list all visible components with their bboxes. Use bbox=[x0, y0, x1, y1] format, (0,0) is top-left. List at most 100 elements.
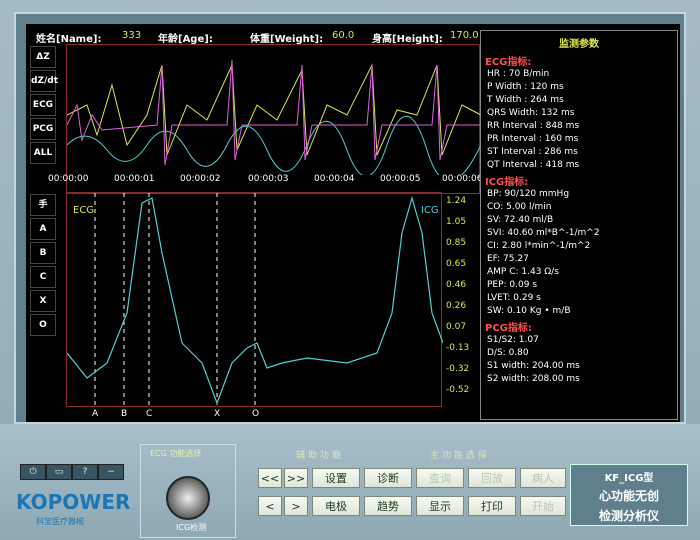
brand-line-3: 检测分析仪 bbox=[598, 509, 659, 523]
ecg-trace bbox=[66, 63, 482, 156]
icg-param-row: SVI: 40.60 ml*B^-1/m^2 bbox=[487, 228, 600, 238]
pcg-button[interactable]: PCG bbox=[30, 118, 56, 140]
next-button[interactable]: > bbox=[284, 496, 308, 516]
main-section-title: 主功能选择 bbox=[430, 451, 491, 461]
icg-svg: ECG ICG bbox=[66, 193, 444, 408]
brand-line-2: 心功能无创 bbox=[598, 489, 659, 503]
icg-param-row: LVET: 0.29 s bbox=[487, 293, 541, 303]
dzdt-button[interactable]: dZ/dt bbox=[30, 70, 58, 92]
icg-param-row: PEP: 0.09 s bbox=[487, 280, 538, 290]
time-tick: 00:00:03 bbox=[248, 174, 289, 184]
review-button[interactable]: 回放 bbox=[468, 468, 516, 488]
pcg-trace bbox=[66, 59, 481, 166]
y-tick: 0.46 bbox=[446, 280, 467, 290]
marker-label-b: B bbox=[121, 409, 128, 419]
ecg-param-row: QRS Width: 132 ms bbox=[487, 108, 575, 118]
marker-label-a: A bbox=[92, 409, 99, 419]
marker-label-o: O bbox=[252, 409, 260, 419]
display-button[interactable]: 显示 bbox=[416, 496, 464, 516]
time-tick: 00:00:00 bbox=[48, 174, 89, 184]
electrode-button[interactable]: 电极 bbox=[312, 496, 360, 516]
function-knob[interactable] bbox=[166, 476, 210, 520]
help-icon[interactable]: ? bbox=[72, 464, 98, 480]
y-tick: 1.24 bbox=[446, 196, 467, 206]
patient-button[interactable]: 病人 bbox=[520, 468, 566, 488]
next-page-button[interactable]: >> bbox=[284, 468, 308, 488]
ecg-param-row: ST Interval : 286 ms bbox=[487, 147, 578, 157]
control-panel: ⏻ ▭ ? − KOPOWER 科宝医疗器械 ECG 功能选择 ICG检测 辅助… bbox=[0, 424, 700, 540]
ecg-param-row: QT Interval : 418 ms bbox=[487, 160, 580, 170]
minus-icon[interactable]: − bbox=[98, 464, 124, 480]
icg-section-title: ICG指标: bbox=[485, 177, 529, 188]
name-label: 姓名[Name]: bbox=[36, 34, 102, 45]
keyboard-icon[interactable]: ▭ bbox=[46, 464, 72, 480]
diagnose-button[interactable]: 诊断 bbox=[364, 468, 412, 488]
y-tick: 0.26 bbox=[446, 301, 467, 311]
ecg-chart-label: ECG bbox=[73, 205, 94, 216]
hand-marker-button[interactable]: 手 bbox=[30, 194, 56, 216]
monitor-panel: 监测参数 ECG指标: HR : 70 B/min P Width : 120 … bbox=[480, 30, 678, 420]
knob-title: ECG 功能选择 bbox=[150, 449, 202, 458]
time-axis: 00:00:00 00:00:01 00:00:02 00:00:03 00:0… bbox=[48, 174, 483, 188]
pcg-param-row: S1/S2: 1.07 bbox=[487, 335, 539, 345]
y-tick: 0.85 bbox=[446, 238, 467, 248]
marker-label-c: C bbox=[146, 409, 153, 419]
ecg-param-row: RR Interval : 848 ms bbox=[487, 121, 580, 131]
time-tick: 00:00:06 bbox=[442, 174, 483, 184]
all-button[interactable]: ALL bbox=[30, 142, 56, 164]
ecg-param-row: PR Interval : 160 ms bbox=[487, 134, 579, 144]
time-tick: 00:00:02 bbox=[180, 174, 221, 184]
pcg-section-title: PCG指标: bbox=[485, 323, 532, 334]
icg-param-row: CO: 5.00 l/min bbox=[487, 202, 552, 212]
ecg-section-title: ECG指标: bbox=[485, 57, 532, 68]
ecg-param-row: P Width : 120 ms bbox=[487, 82, 564, 92]
height-label: 身高[Height]: bbox=[372, 34, 443, 45]
time-tick: 00:00:04 bbox=[314, 174, 355, 184]
icg-param-row: BP: 90/120 mmHg bbox=[487, 189, 570, 199]
marker-x-button[interactable]: X bbox=[30, 290, 56, 312]
monitor-title: 监测参数 bbox=[559, 39, 599, 50]
icg-param-row: AMP C: 1.43 Ω/s bbox=[487, 267, 559, 277]
icg-param-row: SW: 0.10 Kg • m/B bbox=[487, 306, 571, 316]
knob-label: ICG检测 bbox=[176, 523, 207, 532]
ecg-param-row: T Width : 264 ms bbox=[487, 95, 564, 105]
age-label: 年龄[Age]: bbox=[158, 34, 213, 45]
power-icon[interactable]: ⏻ bbox=[20, 464, 46, 480]
brand-logo-sub: 科宝医疗器械 bbox=[36, 517, 84, 526]
dz-button[interactable]: ΔZ bbox=[30, 46, 56, 68]
time-tick: 00:00:01 bbox=[114, 174, 155, 184]
waveform-svg bbox=[66, 59, 482, 182]
setup-button[interactable]: 设置 bbox=[312, 468, 360, 488]
ecg-button[interactable]: ECG bbox=[30, 94, 56, 116]
weight-label: 体重[Weight]: bbox=[250, 34, 324, 45]
prev-button[interactable]: < bbox=[258, 496, 282, 516]
brand-logo: KOPOWER bbox=[16, 490, 131, 514]
marker-o-button[interactable]: O bbox=[30, 314, 56, 336]
multi-waveform bbox=[66, 44, 482, 194]
main-screen: 姓名[Name]: 333 年龄[Age]: 体重[Weight]: 60.0 … bbox=[26, 24, 680, 422]
prev-page-button[interactable]: << bbox=[258, 468, 282, 488]
pcg-param-row: D/S: 0.80 bbox=[487, 348, 529, 358]
y-tick: 0.65 bbox=[446, 259, 467, 269]
pcg-param-row: S2 width: 208.00 ms bbox=[487, 374, 580, 384]
device-frame: 姓名[Name]: 333 年龄[Age]: 体重[Weight]: 60.0 … bbox=[0, 0, 700, 540]
brand-model: KF_ICG型 bbox=[604, 473, 654, 484]
height-value: 170.0 bbox=[450, 30, 479, 41]
time-tick: 00:00:05 bbox=[380, 174, 421, 184]
icg-param-row: CI: 2.80 l*min^-1/m^2 bbox=[487, 241, 591, 251]
print-button[interactable]: 打印 bbox=[468, 496, 516, 516]
icg-chart-label: ICG bbox=[421, 205, 439, 216]
query-button[interactable]: 查询 bbox=[416, 468, 464, 488]
marker-label-x: X bbox=[214, 409, 221, 419]
start-button[interactable]: 开始 bbox=[520, 496, 566, 516]
y-tick: 1.05 bbox=[446, 217, 467, 227]
trend-button[interactable]: 趋势 bbox=[364, 496, 412, 516]
y-tick: -0.32 bbox=[446, 364, 470, 374]
y-tick: -0.13 bbox=[446, 343, 470, 353]
icg-param-row: SV: 72.40 ml/B bbox=[487, 215, 554, 225]
y-tick: -0.52 bbox=[446, 385, 470, 395]
marker-c-button[interactable]: C bbox=[30, 266, 56, 288]
pcg-param-row: S1 width: 204.00 ms bbox=[487, 361, 580, 371]
marker-a-button[interactable]: A bbox=[30, 218, 56, 240]
marker-b-button[interactable]: B bbox=[30, 242, 56, 264]
